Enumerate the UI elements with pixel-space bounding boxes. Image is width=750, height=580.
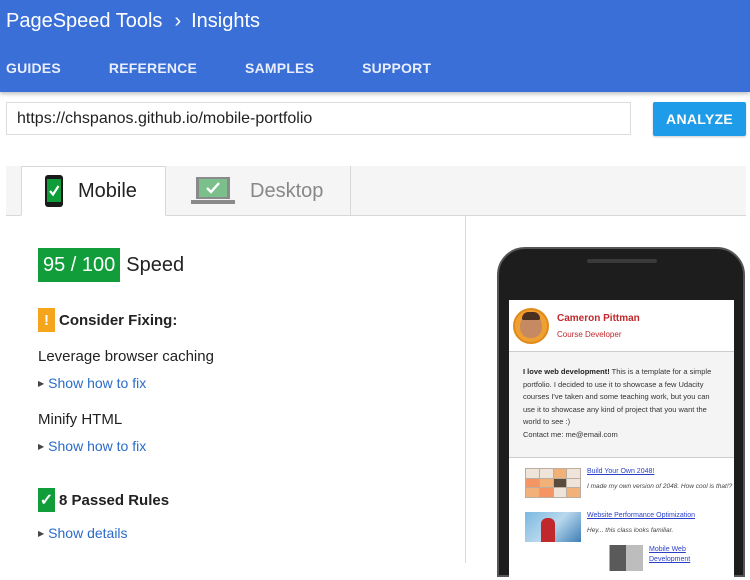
preview-project: Website Performance Optimization Hey... … xyxy=(525,512,695,542)
rule-link-label: Show how to fix xyxy=(48,438,147,454)
preview-contact: Contact me: me@email.com xyxy=(523,429,618,439)
rule-link-label: Show how to fix xyxy=(48,375,147,391)
project-thumbnail xyxy=(587,545,643,571)
desktop-laptop-icon xyxy=(191,177,235,204)
nav-support[interactable]: SUPPORT xyxy=(362,60,431,76)
preview-project: Build Your Own 2048! I made my own versi… xyxy=(525,468,732,498)
project-thumbnail xyxy=(525,512,581,542)
project-link: Build Your Own 2048! xyxy=(587,468,655,475)
preview-about: I love web development! This is a templa… xyxy=(509,352,734,458)
triangle-right-icon: ▶ xyxy=(38,378,45,388)
phone-speaker xyxy=(587,259,657,263)
warning-icon: ! xyxy=(38,308,55,332)
show-how-to-fix-link-caching[interactable]: ▶ Show how to fix xyxy=(38,375,146,391)
preview-about-bold: I love web development! xyxy=(523,367,610,376)
show-details-label: Show details xyxy=(48,525,128,541)
preview-header: Cameron Pittman Course Developer xyxy=(509,300,734,352)
passed-rules-heading: ✓ 8 Passed Rules xyxy=(38,488,169,512)
device-tabs: Mobile Desktop xyxy=(6,166,746,216)
score-badge: 95 / 100 xyxy=(38,248,121,282)
tab-mobile[interactable]: Mobile xyxy=(21,166,166,216)
url-input[interactable] xyxy=(6,102,631,135)
show-details-link[interactable]: ▶ Show details xyxy=(38,525,128,541)
passed-rules-label: 8 Passed Rules xyxy=(59,491,170,509)
preview-project: Mobile Web Development xyxy=(587,545,709,571)
triangle-right-icon: ▶ xyxy=(38,441,45,451)
section-title[interactable]: Insights xyxy=(191,10,260,33)
rule-name-caching: Leverage browser caching xyxy=(38,348,214,365)
consider-fixing-label: Consider Fixing: xyxy=(59,311,178,329)
nav-samples[interactable]: SAMPLES xyxy=(245,60,314,76)
checkmark-icon: ✓ xyxy=(38,488,55,512)
speed-score: 95 / 100 Speed xyxy=(38,248,184,282)
project-link: Mobile Web Development xyxy=(649,546,691,563)
top-header: PageSpeed Tools › Insights GUIDES REFERE… xyxy=(0,0,750,92)
nav-guides[interactable]: GUIDES xyxy=(6,60,61,76)
mobile-preview-phone: Cameron Pittman Course Developer I love … xyxy=(497,247,745,580)
consider-fixing-heading: ! Consider Fixing: xyxy=(38,308,177,332)
show-how-to-fix-link-minify[interactable]: ▶ Show how to fix xyxy=(38,438,146,454)
chevron-right-icon: › xyxy=(174,9,182,32)
project-desc: I made my own version of 2048. How cool … xyxy=(587,483,733,490)
tab-desktop[interactable]: Desktop xyxy=(166,166,351,216)
mobile-phone-icon xyxy=(45,175,63,207)
project-desc: Hey... this class looks familiar. xyxy=(587,527,674,534)
tab-desktop-label: Desktop xyxy=(250,179,324,202)
score-label: Speed xyxy=(126,253,185,276)
product-title[interactable]: PageSpeed Tools xyxy=(6,10,162,33)
triangle-right-icon: ▶ xyxy=(38,528,45,538)
preview-role: Course Developer xyxy=(557,329,622,339)
tab-mobile-label: Mobile xyxy=(78,179,137,202)
nav-reference[interactable]: REFERENCE xyxy=(109,60,197,76)
preview-screen: Cameron Pittman Course Developer I love … xyxy=(509,300,734,580)
rule-name-minify-html: Minify HTML xyxy=(38,411,123,428)
top-nav: GUIDES REFERENCE SAMPLES SUPPORT xyxy=(6,60,479,76)
project-link: Website Performance Optimization xyxy=(587,512,696,519)
column-divider xyxy=(465,216,466,563)
analyze-button[interactable]: ANALYZE xyxy=(653,102,746,136)
preview-name: Cameron Pittman xyxy=(557,312,640,324)
breadcrumb: PageSpeed Tools › Insights xyxy=(6,8,260,34)
project-thumbnail xyxy=(525,468,581,498)
avatar xyxy=(513,307,549,344)
